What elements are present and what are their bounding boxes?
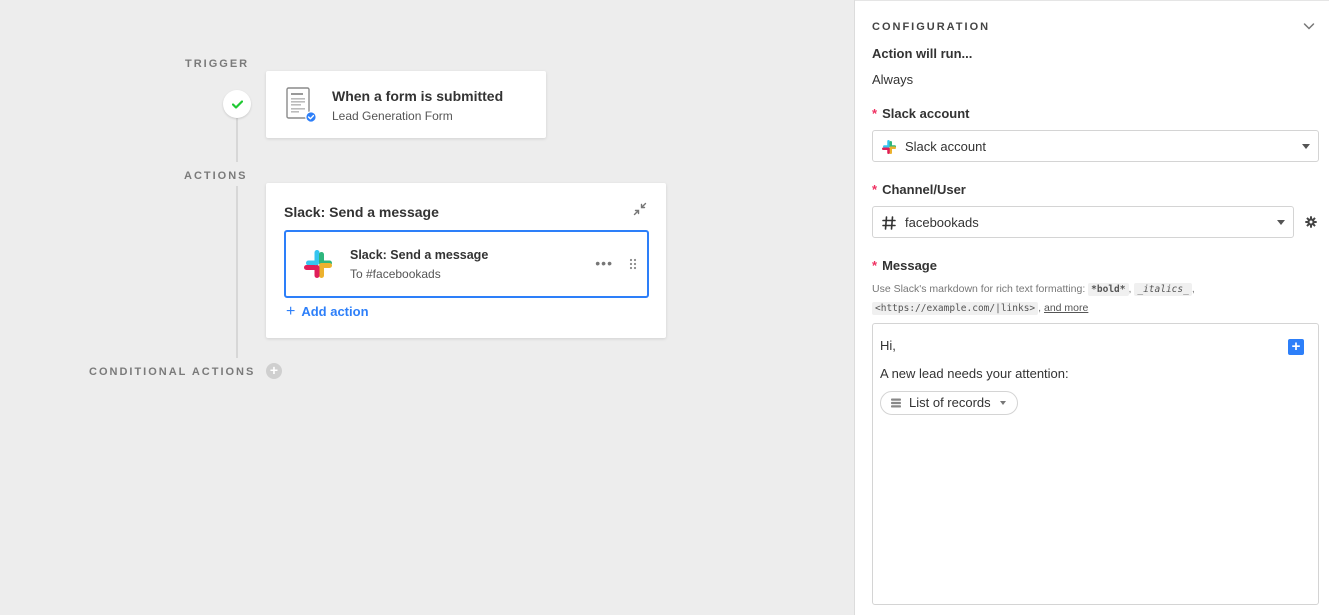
list-icon: [891, 398, 901, 408]
message-line: Hi,: [880, 338, 896, 353]
help-separator: ,: [1038, 302, 1042, 314]
and-more-link[interactable]: and more: [1044, 302, 1088, 314]
action-item-title: Slack: Send a message: [350, 248, 489, 262]
help-separator: ,: [1191, 283, 1195, 295]
channel-user-select[interactable]: facebookads: [872, 206, 1294, 238]
message-label-text: Message: [882, 258, 937, 273]
help-italics-example: _italics_: [1134, 283, 1192, 296]
slack-account-label-text: Slack account: [882, 106, 970, 121]
trigger-card[interactable]: When a form is submitted Lead Generation…: [266, 71, 546, 138]
chevron-down-icon[interactable]: [1303, 20, 1315, 32]
list-of-records-token[interactable]: List of records: [880, 391, 1018, 415]
trigger-subtitle: Lead Generation Form: [332, 109, 453, 123]
form-document-icon: [286, 87, 316, 123]
gear-icon[interactable]: [1305, 216, 1317, 228]
caret-down-icon: [999, 401, 1006, 405]
help-link-example: <https://example.com/|links>: [872, 302, 1039, 315]
panel-divider: [855, 0, 1329, 1]
slack-account-select[interactable]: Slack account: [872, 130, 1319, 162]
channel-user-label-text: Channel/User: [882, 182, 966, 197]
required-mark: *: [872, 106, 878, 121]
add-conditional-action-button[interactable]: +: [266, 363, 282, 379]
actions-connector-line: [236, 186, 238, 358]
message-label: * Message: [872, 258, 937, 273]
plus-icon: +: [286, 302, 296, 320]
slack-account-value: Slack account: [905, 139, 986, 154]
hashtag-icon: [882, 216, 896, 230]
channel-user-value: facebookads: [905, 215, 979, 230]
actions-card-title: Slack: Send a message: [284, 204, 439, 220]
conditional-actions-section-label: CONDITIONAL ACTIONS: [89, 366, 256, 378]
actions-section-label: ACTIONS: [184, 170, 248, 182]
token-label: List of records: [909, 395, 991, 410]
message-editor[interactable]: Hi, A new lead needs your attention: + L…: [872, 323, 1319, 605]
slack-icon: [304, 250, 332, 278]
help-separator: ,: [1128, 283, 1132, 295]
caret-down-icon: [1277, 220, 1285, 225]
add-action-label: Add action: [301, 304, 369, 319]
required-mark: *: [872, 258, 878, 273]
trigger-title: When a form is submitted: [332, 88, 504, 104]
check-icon: [231, 99, 243, 109]
more-options-icon[interactable]: •••: [595, 256, 613, 270]
trigger-status-badge: [223, 90, 251, 118]
configuration-panel: CONFIGURATION Action will run... Always …: [854, 0, 1329, 615]
drag-handle-icon[interactable]: [629, 258, 637, 270]
add-action-button[interactable]: + Add action: [286, 302, 369, 320]
message-line: A new lead needs your attention:: [880, 366, 1069, 381]
action-run-label: Action will run...: [872, 46, 973, 61]
caret-down-icon: [1302, 144, 1310, 149]
action-item-subtitle: To #facebookads: [350, 267, 441, 281]
slack-icon: [882, 140, 896, 154]
channel-user-label: * Channel/User: [872, 182, 966, 197]
insert-field-button[interactable]: +: [1288, 339, 1304, 355]
action-item-slack-send-message[interactable]: Slack: Send a message To #facebookads ••…: [284, 230, 649, 298]
help-prefix: Use Slack's markdown for rich text forma…: [872, 283, 1086, 295]
actions-card: Slack: Send a message Slack: Send a mess…: [266, 183, 666, 338]
required-mark: *: [872, 182, 878, 197]
slack-account-label: * Slack account: [872, 106, 970, 121]
configuration-header: CONFIGURATION: [872, 21, 991, 33]
workflow-canvas: TRIGGER ACTIONS CONDITIONAL ACTIONS When…: [0, 0, 854, 615]
collapse-icon[interactable]: [632, 201, 648, 217]
action-run-value[interactable]: Always: [872, 72, 913, 87]
help-bold-example: *bold*: [1088, 283, 1129, 296]
trigger-section-label: TRIGGER: [185, 58, 250, 70]
message-help-text: Use Slack's markdown for rich text forma…: [872, 280, 1302, 318]
trigger-connector-line: [236, 118, 238, 162]
